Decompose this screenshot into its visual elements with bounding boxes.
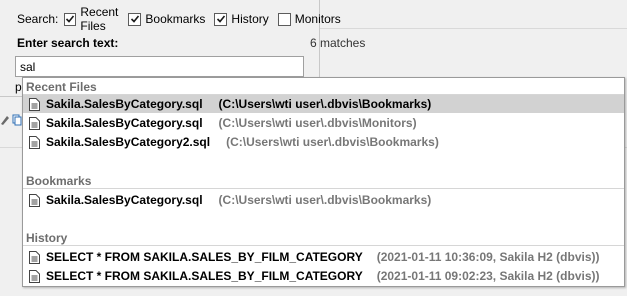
result-path: (C:\Users\wti user\.dbvis\Monitors) [218, 116, 417, 130]
result-item[interactable]: Sakila.SalesByCategory.sql (C:\Users\wti… [23, 191, 624, 209]
document-icon [29, 116, 40, 130]
result-name: Sakila.SalesByCategory2.sql [46, 135, 211, 149]
result-path: (C:\Users\wti user\.dbvis\Bookmarks) [218, 97, 432, 111]
result-name: Sakila.SalesByCategory.sql [46, 193, 203, 207]
filter-label: Bookmarks [145, 12, 206, 26]
search-input[interactable] [15, 56, 304, 77]
document-icon [29, 250, 40, 264]
result-item[interactable]: Sakila.SalesByCategory.sql (C:\Users\wti… [23, 114, 624, 132]
checkbox-unchecked-icon[interactable] [277, 12, 291, 26]
toolbar-icon[interactable] [0, 114, 10, 126]
section-divider [23, 188, 624, 189]
result-path: (2021-01-11 10:36:09, Sakila H2 (dbvis)) [376, 250, 600, 264]
result-item[interactable]: SELECT * FROM SAKILA.SALES_BY_FILM_CATEG… [23, 248, 624, 266]
result-name: SELECT * FROM SAKILA.SALES_BY_FILM_CATEG… [46, 250, 363, 264]
filter-label: Monitors [294, 12, 341, 26]
section-divider [23, 245, 624, 246]
document-icon [29, 97, 40, 111]
filter-history-checkbox[interactable]: History [214, 12, 269, 26]
checkbox-checked-icon[interactable] [128, 12, 142, 26]
result-item[interactable]: Sakila.SalesByCategory.sql (C:\Users\wti… [23, 95, 624, 113]
search-filter-row: Search: Recent Files Bookmarks History M… [17, 5, 350, 33]
result-path: (C:\Users\wti user\.dbvis\Bookmarks) [218, 193, 432, 207]
result-path: (C:\Users\wti user\.dbvis\Bookmarks) [226, 135, 439, 149]
result-name: Sakila.SalesByCategory.sql [46, 97, 203, 111]
section-header-history: History [26, 231, 68, 245]
result-name: Sakila.SalesByCategory.sql [46, 116, 203, 130]
filter-monitors-checkbox[interactable]: Monitors [277, 12, 341, 26]
section-header-bookmarks: Bookmarks [26, 174, 92, 188]
result-item[interactable]: SELECT * FROM SAKILA.SALES_BY_FILM_CATEG… [23, 267, 624, 285]
search-results-popup: Recent Files Sakila.SalesByCategory.sql … [22, 77, 625, 287]
filter-bookmarks-checkbox[interactable]: Bookmarks [128, 12, 205, 26]
checkbox-checked-icon[interactable] [214, 12, 228, 26]
result-path: (2021-01-11 09:02:23, Sakila H2 (dbvis)) [376, 269, 600, 283]
result-name: SELECT * FROM SAKILA.SALES_BY_FILM_CATEG… [46, 269, 363, 283]
search-label: Search: [17, 12, 59, 26]
filter-label: History [231, 12, 269, 26]
partial-label: p [15, 80, 22, 94]
filter-recent-files-checkbox[interactable]: Recent Files [64, 5, 119, 33]
filter-label: Recent Files [80, 5, 119, 33]
document-icon [29, 135, 40, 149]
result-item[interactable]: Sakila.SalesByCategory2.sql (C:\Users\wt… [23, 133, 624, 151]
enter-search-text-label: Enter search text: [17, 36, 119, 50]
document-icon [29, 269, 40, 283]
document-icon [29, 193, 40, 207]
section-header-recent-files: Recent Files [26, 80, 97, 94]
copy-icon[interactable] [12, 114, 22, 126]
checkbox-checked-icon[interactable] [64, 12, 77, 26]
match-count: 6 matches [310, 36, 366, 50]
